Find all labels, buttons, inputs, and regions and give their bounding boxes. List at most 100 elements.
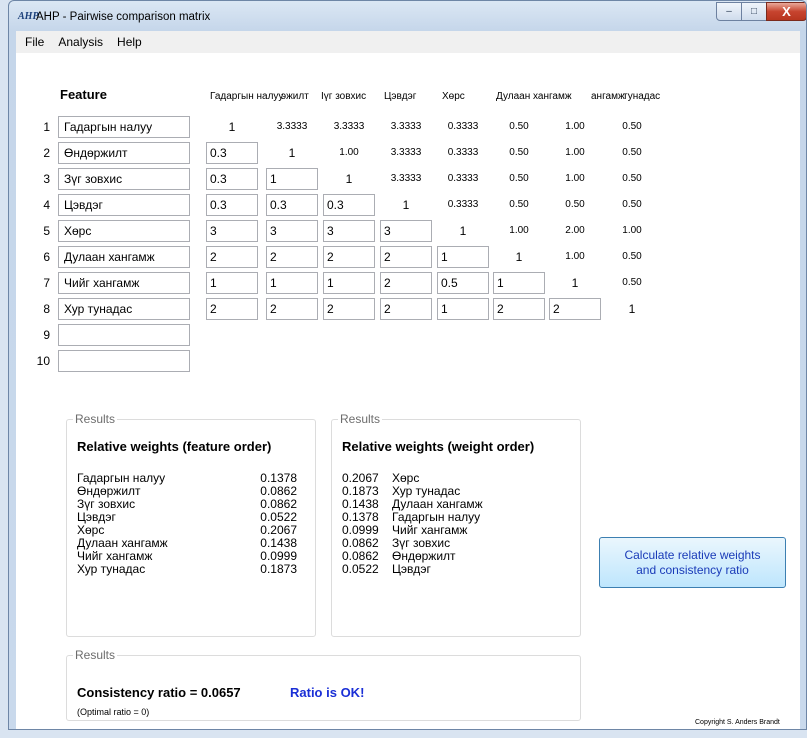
comparison-cell-input[interactable]	[206, 272, 258, 294]
comparison-cell-input[interactable]	[323, 194, 375, 216]
computed-cell: 0.3333	[447, 173, 479, 184]
comparison-cell-input[interactable]	[380, 272, 432, 294]
group-label: Results	[338, 412, 383, 426]
diagonal-cell: 1	[459, 224, 467, 238]
maximize-button[interactable]: □	[741, 2, 767, 21]
comparison-cell-input[interactable]	[380, 298, 432, 320]
consistency-ratio: Consistency ratio = 0.0657	[77, 685, 241, 700]
comparison-cell-input[interactable]	[266, 220, 318, 242]
column-header: Дулаан хангамж	[496, 91, 572, 102]
computed-cell: 0.3333	[447, 199, 479, 210]
comparison-cell-input[interactable]	[206, 246, 258, 268]
row-number: 1	[43, 120, 50, 134]
feature-name-input[interactable]	[58, 298, 190, 320]
diagonal-cell: 1	[628, 302, 636, 316]
row-number: 9	[43, 328, 50, 342]
column-header: Гадаргын налуу	[210, 91, 284, 102]
feature-order-heading: Relative weights (feature order)	[77, 439, 272, 454]
menu-analysis[interactable]: Analysis	[51, 35, 110, 49]
computed-cell: 1.00	[509, 225, 529, 236]
feature-name-input[interactable]	[58, 272, 190, 294]
row-number: 7	[43, 276, 50, 290]
computed-cell: 3.3333	[333, 121, 365, 132]
consistency-group: Results Consistency ratio = 0.0657 Ratio…	[66, 648, 581, 721]
row-number: 6	[43, 250, 50, 264]
comparison-cell-input[interactable]	[266, 168, 318, 190]
computed-cell: 3.3333	[276, 121, 308, 132]
diagonal-cell: 1	[288, 146, 296, 160]
diagonal-cell: 1	[402, 198, 410, 212]
comparison-cell-input[interactable]	[206, 220, 258, 242]
sorted-weight-name: Цэвдэг	[392, 562, 431, 576]
computed-cell: 1.00	[565, 147, 585, 158]
comparison-cell-input[interactable]	[206, 298, 258, 320]
comparison-cell-input[interactable]	[206, 142, 258, 164]
ratio-status: Ratio is OK!	[290, 685, 365, 700]
comparison-cell-input[interactable]	[323, 246, 375, 268]
column-header: эжилт	[281, 91, 309, 102]
calculate-button[interactable]: Calculate relative weights and consisten…	[599, 537, 786, 588]
comparison-cell-input[interactable]	[380, 246, 432, 268]
row-number: 2	[43, 146, 50, 160]
computed-cell: 3.3333	[390, 173, 422, 184]
sorted-weight-value: 0.0522	[342, 562, 379, 576]
close-button[interactable]: X	[766, 2, 806, 21]
menu-file[interactable]: File	[18, 35, 51, 49]
computed-cell: 0.50	[565, 199, 585, 210]
feature-name-input[interactable]	[58, 350, 190, 372]
feature-name-input[interactable]	[58, 194, 190, 216]
feature-name-input[interactable]	[58, 324, 190, 346]
results-weight-order-group: Results Relative weights (weight order) …	[331, 412, 581, 637]
comparison-cell-input[interactable]	[266, 298, 318, 320]
app-window: AHP AHP - Pairwise comparison matrix – □…	[8, 0, 807, 730]
feature-name-input[interactable]	[58, 142, 190, 164]
column-header: Хөрс	[442, 91, 465, 102]
comparison-cell-input[interactable]	[266, 246, 318, 268]
row-number: 3	[43, 172, 50, 186]
comparison-cell-input[interactable]	[493, 272, 545, 294]
computed-cell: 0.3333	[447, 121, 479, 132]
window-title: AHP - Pairwise comparison matrix	[36, 11, 211, 23]
comparison-cell-input[interactable]	[323, 272, 375, 294]
comparison-cell-input[interactable]	[206, 194, 258, 216]
client-area: File Analysis Help Feature Results Relat…	[16, 31, 800, 729]
feature-name-input[interactable]	[58, 220, 190, 242]
column-header: тунадас	[623, 91, 661, 102]
minimize-button[interactable]: –	[716, 2, 742, 21]
comparison-cell-input[interactable]	[266, 272, 318, 294]
comparison-cell-input[interactable]	[437, 246, 489, 268]
comparison-cell-input[interactable]	[437, 272, 489, 294]
comparison-cell-input[interactable]	[380, 220, 432, 242]
computed-cell: 0.50	[622, 277, 642, 288]
comparison-cell-input[interactable]	[206, 168, 258, 190]
copyright-text: Copyright S. Anders Brandt	[695, 719, 780, 726]
feature-name-input[interactable]	[58, 116, 190, 138]
row-number: 4	[43, 198, 50, 212]
calculate-button-line1: Calculate relative weights	[624, 547, 761, 562]
feature-weight-value: 0.1873	[260, 562, 297, 576]
results-feature-order-group: Results Relative weights (feature order)…	[66, 412, 316, 637]
minimize-icon: –	[726, 6, 732, 17]
comparison-cell-input[interactable]	[323, 220, 375, 242]
computed-cell: 0.50	[622, 121, 642, 132]
computed-cell: 0.50	[509, 173, 529, 184]
column-header: Цэвдэг	[384, 91, 417, 102]
computed-cell: 1.00	[565, 173, 585, 184]
optimal-ratio-note: (Optimal ratio = 0)	[77, 707, 150, 717]
comparison-cell-input[interactable]	[437, 298, 489, 320]
computed-cell: 0.3333	[447, 147, 479, 158]
feature-name-input[interactable]	[58, 168, 190, 190]
feature-column-header: Feature	[60, 87, 107, 102]
feature-name-input[interactable]	[58, 246, 190, 268]
comparison-cell-input[interactable]	[323, 298, 375, 320]
comparison-cell-input[interactable]	[266, 194, 318, 216]
computed-cell: 0.50	[622, 251, 642, 262]
diagonal-cell: 1	[515, 250, 523, 264]
close-icon: X	[782, 4, 791, 19]
menu-help[interactable]: Help	[110, 35, 149, 49]
diagonal-cell: 1	[228, 120, 236, 134]
comparison-cell-input[interactable]	[493, 298, 545, 320]
comparison-cell-input[interactable]	[549, 298, 601, 320]
maximize-icon: □	[750, 6, 758, 17]
title-bar[interactable]: AHP AHP - Pairwise comparison matrix – □…	[9, 1, 806, 31]
